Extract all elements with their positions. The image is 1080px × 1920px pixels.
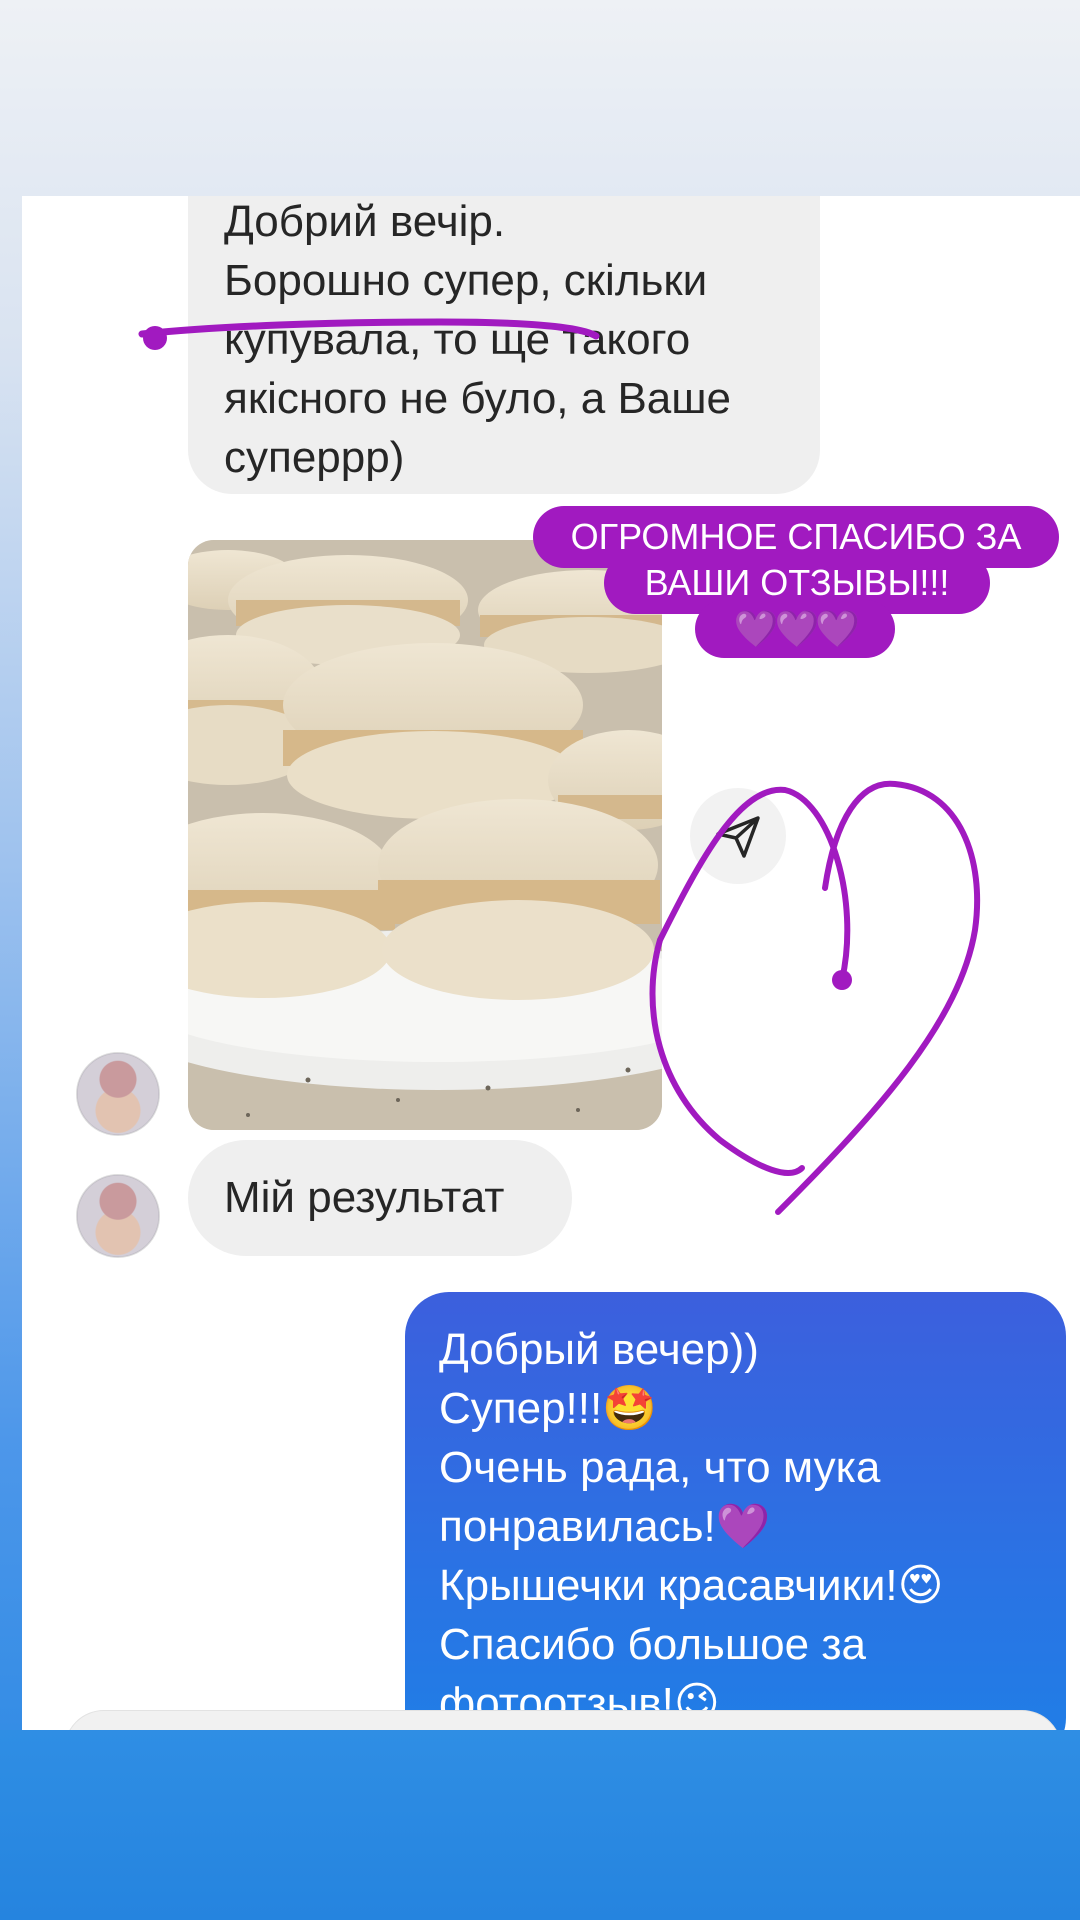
message-line: купувала, то ще такого bbox=[224, 315, 691, 364]
message-line: суперрр) bbox=[224, 433, 405, 482]
message-line: Борошно супер, скільки bbox=[224, 256, 708, 305]
message-line: якісного не було, а Ваше bbox=[224, 374, 732, 423]
incoming-message-review: Добрий вечір. Борошно супер, скільки куп… bbox=[188, 196, 820, 494]
avatar[interactable] bbox=[76, 1052, 160, 1136]
incoming-message-result: Мій результат bbox=[188, 1140, 572, 1256]
message-line: Добрий вечір. bbox=[224, 197, 506, 246]
message-line: Крышечки красавчики!😍 bbox=[439, 1561, 944, 1610]
message-line: Очень рада, что мука bbox=[439, 1443, 881, 1492]
share-button[interactable] bbox=[690, 788, 786, 884]
paper-plane-icon bbox=[716, 816, 760, 858]
sticker-line-1: ОГРОМНОЕ СПАСИБО ЗА bbox=[533, 506, 1059, 568]
message-line: Спасибо большое за bbox=[439, 1620, 866, 1669]
avatar[interactable] bbox=[76, 1174, 160, 1258]
sticker-line-3: 💜💜💜 bbox=[695, 600, 895, 658]
macarons-photo[interactable] bbox=[188, 540, 662, 1130]
message-input-bar[interactable] bbox=[64, 1710, 1062, 1730]
message-line: Добрый вечер)) bbox=[439, 1325, 759, 1374]
macarons-illustration bbox=[188, 540, 662, 1130]
story-background-bottom bbox=[0, 1730, 1080, 1920]
chat-screenshot: Добрий вечір. Борошно супер, скільки куп… bbox=[22, 196, 1080, 1730]
message-line: Супер!!!🤩 bbox=[439, 1384, 658, 1433]
outgoing-message-reply: Добрый вечер)) Супер!!!🤩 Очень рада, что… bbox=[405, 1292, 1066, 1730]
message-line: понравилась!💜 bbox=[439, 1502, 771, 1551]
